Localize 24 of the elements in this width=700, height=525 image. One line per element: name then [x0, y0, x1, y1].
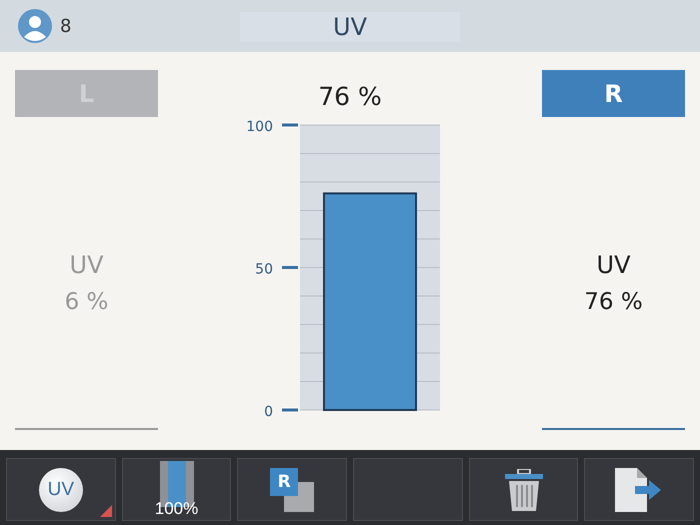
axis-label: 100 — [246, 119, 273, 135]
axis-label: 0 — [264, 404, 273, 420]
tick-mark — [282, 408, 298, 412]
measure-label: UV — [596, 250, 630, 278]
export-button[interactable] — [584, 458, 694, 521]
copy-button[interactable]: R — [237, 458, 348, 521]
measure-label: UV — [70, 250, 104, 278]
tick-mark — [282, 124, 298, 126]
uv-icon: UV — [38, 468, 83, 512]
export-icon — [615, 468, 664, 512]
reading-value: 76 % — [318, 82, 382, 111]
screen-title: UV — [240, 12, 460, 42]
trash-button[interactable] — [468, 458, 578, 521]
uv-button[interactable]: UV — [6, 458, 116, 521]
corner-mark-icon — [100, 505, 112, 517]
trash-icon — [504, 468, 543, 510]
fill-button[interactable]: 100% — [122, 458, 232, 521]
side-tab[interactable]: R — [542, 70, 685, 117]
user-count: 8 — [60, 16, 72, 36]
user-icon — [18, 9, 52, 43]
tick-mark — [282, 266, 298, 269]
measure-value: 6 % — [64, 288, 108, 314]
measure-value: 76 % — [584, 288, 643, 314]
axis-label: 50 — [255, 262, 273, 278]
